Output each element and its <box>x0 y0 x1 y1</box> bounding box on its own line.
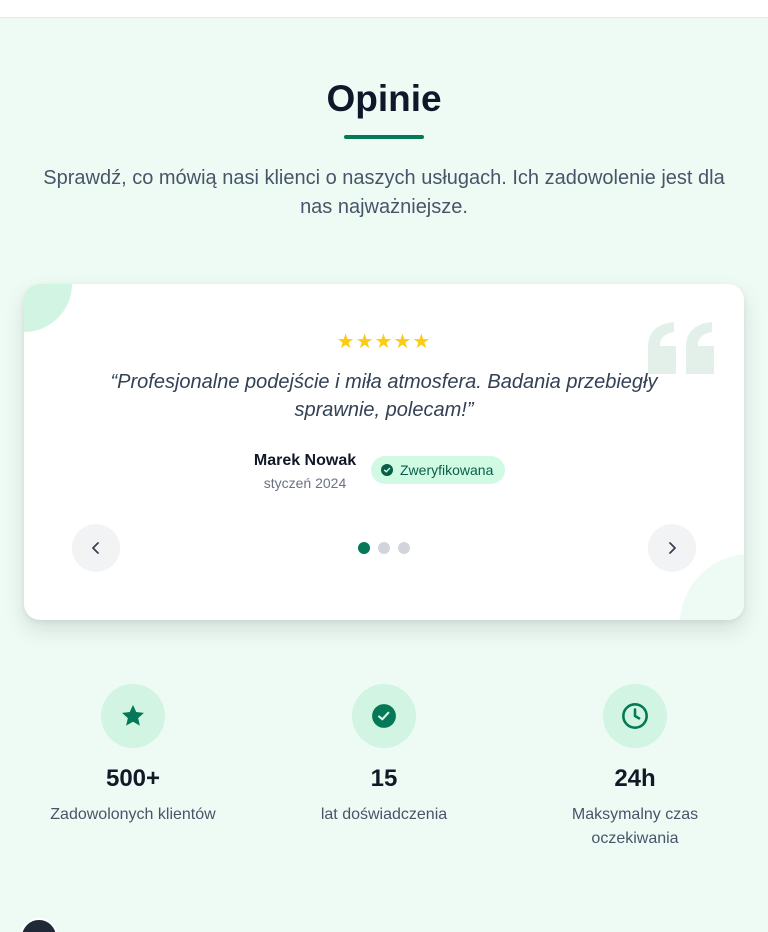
previous-slide-button[interactable] <box>72 524 120 572</box>
stat-value: 500+ <box>105 765 161 792</box>
section-subtitle: Sprawdź, co mówią nasi klienci o naszych… <box>43 167 725 218</box>
chevron-left-icon <box>92 542 99 554</box>
stat-label: lat doświadczenia <box>320 806 448 823</box>
stat-label: Zadowolonych klientów <box>50 806 216 823</box>
check-circle-icon <box>381 464 393 476</box>
testimonial-card: ★★★★★ “Profesjonalne podejście i miła at… <box>24 284 744 620</box>
author-name: Marek Nowak <box>253 452 357 469</box>
next-slide-button[interactable] <box>648 524 696 572</box>
floating-action-button[interactable] <box>20 918 58 932</box>
stat-satisfied-clients: 500+ Zadowolonych klientów <box>8 684 258 827</box>
decorative-circle-top-left <box>24 284 72 332</box>
stat-value: 24h <box>614 765 656 792</box>
badge-check-icon <box>352 684 416 748</box>
slide-dot-2[interactable] <box>378 542 390 554</box>
stat-label: Maksymalny czas oczekiwania <box>571 806 699 847</box>
stat-value: 15 <box>370 765 398 792</box>
review-date: styczeń 2024 <box>263 475 347 491</box>
rating-stars: ★★★★★ <box>336 331 432 353</box>
clock-icon <box>603 684 667 748</box>
top-nav-bar <box>0 0 768 18</box>
stat-wait-time: 24h Maksymalny czas oczekiwania <box>510 684 760 851</box>
testimonial-quote: “Profesjonalne podejście i miła atmosfer… <box>110 371 658 421</box>
section-title: Opinie <box>326 78 442 119</box>
chevron-right-icon <box>669 542 676 554</box>
slide-dot-1[interactable] <box>358 542 370 554</box>
author-block: Marek Nowak styczeń 2024 <box>250 451 360 492</box>
stat-experience: 15 lat doświadczenia <box>259 684 509 827</box>
slide-dot-3[interactable] <box>398 542 410 554</box>
title-underline <box>344 135 424 139</box>
slide-indicators <box>358 542 410 554</box>
verified-badge-label: Zweryfikowana <box>400 462 494 478</box>
star-icon <box>101 684 165 748</box>
verified-badge: Zweryfikowana <box>371 456 506 484</box>
